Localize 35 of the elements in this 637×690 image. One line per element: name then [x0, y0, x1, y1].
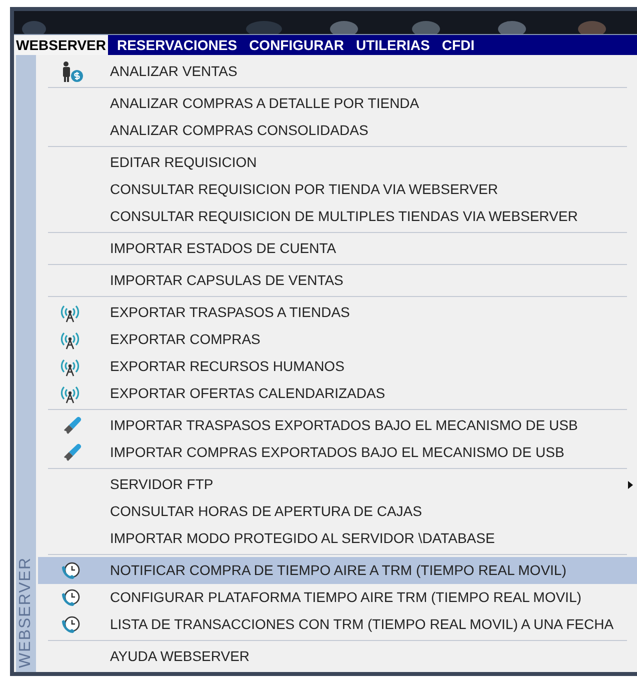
menu-item[interactable]: ANALIZAR COMPRAS CONSOLIDADAS	[38, 117, 637, 144]
menu-item[interactable]: IMPORTAR ESTADOS DE CUENTA	[38, 235, 637, 262]
menu-item[interactable]: NOTIFICAR COMPRA DE TIEMPO AIRE A TRM (TIEMPO REAL MOVIL)	[38, 557, 637, 584]
phone-clock-icon	[60, 614, 82, 634]
menu-tab[interactable]: RESERVACIONES	[112, 35, 242, 55]
menu-item[interactable]: EXPORTAR RECURSOS HUMANOS	[38, 353, 637, 380]
menu-item[interactable]: IMPORTAR COMPRAS EXPORTADOS BAJO EL MECANISMO DE USB	[38, 439, 637, 466]
menu-item[interactable]: ANALIZAR VENTAS	[38, 58, 637, 85]
menu-item[interactable]: CONFIGURAR PLATAFORMA TIEMPO AIRE TRM (TIEMPO REAL MOVIL)	[38, 584, 637, 611]
menu-item[interactable]: EXPORTAR TRASPASOS A TIENDAS	[38, 299, 637, 326]
menu-item[interactable]: IMPORTAR CAPSULAS DE VENTAS	[38, 267, 637, 294]
menu-tab[interactable]: UTILERIAS	[352, 35, 434, 55]
menu-item[interactable]: IMPORTAR MODO PROTEGIDO AL SERVIDOR \DATABASE	[38, 525, 637, 552]
menu-item[interactable]: CONSULTAR REQUISICION POR TIENDA VIA WEBSERVER	[38, 176, 637, 203]
antenna-icon	[60, 302, 80, 322]
person-money-icon	[60, 60, 84, 82]
menu-item[interactable]: IMPORTAR TRASPASOS EXPORTADOS BAJO EL MECANISMO DE USB	[38, 412, 637, 439]
menu-item[interactable]: ANALIZAR COMPRAS A DETALLE POR TIENDA	[38, 90, 637, 117]
menu-item[interactable]: CONSULTAR HORAS DE APERTURA DE CAJAS	[38, 498, 637, 525]
menu-item[interactable]: AYUDA WEBSERVER	[38, 643, 637, 670]
menu-item[interactable]: EXPORTAR COMPRAS	[38, 326, 637, 353]
menu-tab[interactable]: WEBSERVER	[14, 35, 108, 55]
menu-item[interactable]: EDITAR REQUISICION	[38, 149, 637, 176]
phone-clock-icon	[60, 560, 82, 580]
phone-clock-icon	[60, 588, 82, 608]
menu-item[interactable]: LISTA DE TRANSACCIONES CON TRM (TIEMPO REAL MOVIL) A UNA FECHA	[38, 611, 637, 638]
menu-tab[interactable]: CONFIGURAR	[245, 35, 348, 55]
side-label: WEBSERVER	[16, 557, 35, 668]
antenna-icon	[60, 330, 80, 350]
menu-item[interactable]: SERVIDOR FTP	[38, 471, 637, 498]
menu-item[interactable]: CONSULTAR REQUISICION DE MULTIPLES TIENDAS VIA WEBSERVER	[38, 203, 637, 230]
antenna-icon	[60, 384, 80, 404]
menu-tab[interactable]: CFDI	[438, 35, 479, 55]
antenna-icon	[60, 356, 80, 376]
menu-item[interactable]: EXPORTAR OFERTAS CALENDARIZADAS	[38, 380, 637, 407]
